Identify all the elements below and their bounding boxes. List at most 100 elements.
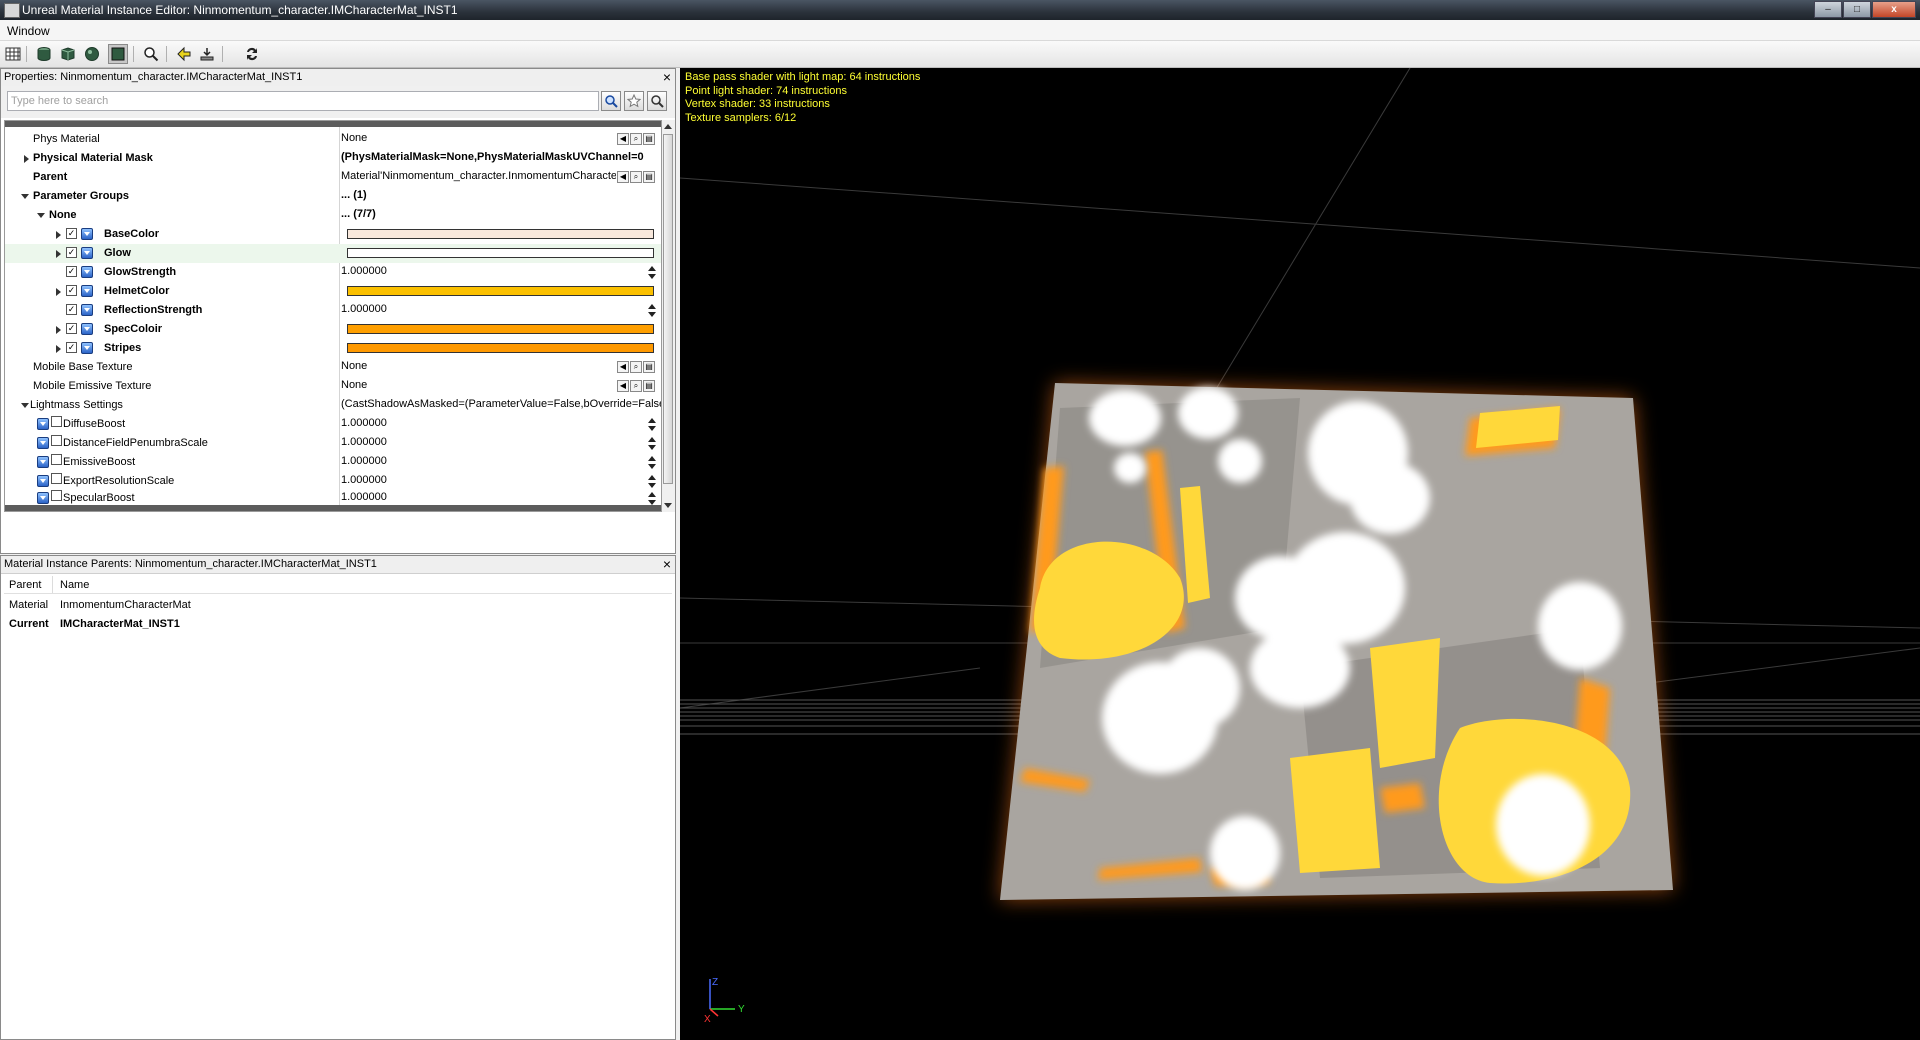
prop-value[interactable]: 1.000000 (341, 436, 661, 448)
use-selected-icon[interactable]: ◀ (617, 133, 629, 145)
sphere-preview-button[interactable] (82, 44, 102, 64)
override-checkbox[interactable] (51, 473, 62, 484)
override-checkbox[interactable]: ✓ (66, 342, 77, 353)
properties-scrollbar[interactable] (662, 120, 675, 512)
expand-arrow-icon[interactable] (56, 288, 61, 296)
spinner-arrows-icon[interactable] (648, 417, 657, 432)
color-swatch[interactable] (347, 229, 654, 239)
spinner-arrows-icon[interactable] (648, 303, 657, 318)
expand-arrow-icon[interactable] (56, 250, 61, 258)
spinner-arrows-icon[interactable] (648, 436, 657, 451)
expand-arrow-icon[interactable] (56, 326, 61, 334)
collapse-arrow-icon[interactable] (21, 403, 29, 408)
spinner-arrows-icon[interactable] (648, 265, 657, 280)
search-button[interactable] (601, 91, 621, 111)
table-row[interactable]: Current IMCharacterMat_INST1 (4, 615, 672, 633)
table-row[interactable]: Material InmomentumCharacterMat (4, 596, 672, 614)
use-selected-icon[interactable]: ◀ (617, 361, 629, 373)
find-in-browser-button[interactable] (141, 44, 161, 64)
clear-icon[interactable]: ▤ (643, 171, 655, 183)
override-checkbox[interactable] (51, 490, 62, 501)
prop-value[interactable]: 1.000000 (341, 491, 661, 503)
prop-row-glowstrength[interactable]: ✓ GlowStrength 1.000000 (5, 263, 661, 282)
clear-icon[interactable]: ▤ (643, 380, 655, 392)
minimize-button[interactable]: – (1814, 1, 1842, 18)
prop-row-mobile-emissive-texture[interactable]: Mobile Emissive Texture None ◀ ⌕ ▤ (5, 377, 661, 396)
override-checkbox[interactable]: ✓ (66, 266, 77, 277)
menu-window[interactable]: Window (7, 24, 50, 38)
prop-row-parent[interactable]: Parent Material'Ninmomentum_character.In… (5, 168, 661, 187)
prop-row-lightmass-settings[interactable]: Lightmass Settings (CastShadowAsMasked=(… (5, 396, 661, 415)
prop-row-diffuseboost[interactable]: DiffuseBoost 1.000000 (5, 415, 661, 434)
browse-icon[interactable]: ⌕ (630, 380, 642, 392)
column-header-name[interactable]: Name (60, 579, 89, 591)
prop-value[interactable]: 1.000000 (341, 474, 661, 486)
grid-toggle-button[interactable] (3, 44, 23, 64)
prop-row-physical-material-mask[interactable]: Physical Material Mask (PhysMaterialMask… (5, 149, 661, 168)
back-button[interactable] (174, 44, 194, 64)
expand-arrow-icon[interactable] (24, 155, 29, 163)
collapse-arrow-icon[interactable] (37, 213, 45, 218)
clear-icon[interactable]: ▤ (643, 133, 655, 145)
prop-row-emissiveboost[interactable]: EmissiveBoost 1.000000 (5, 453, 661, 472)
color-swatch[interactable] (347, 248, 654, 258)
browse-icon[interactable]: ⌕ (630, 171, 642, 183)
param-type-icon (81, 247, 93, 259)
browse-icon[interactable]: ⌕ (630, 361, 642, 373)
prop-row-stripes[interactable]: ✓ Stripes (5, 339, 661, 358)
close-window-button[interactable]: x (1872, 1, 1916, 18)
color-swatch[interactable] (347, 343, 654, 353)
settings-button[interactable] (647, 91, 667, 111)
override-checkbox[interactable]: ✓ (66, 285, 77, 296)
search-input[interactable]: Type here to search (7, 91, 599, 111)
color-swatch[interactable] (347, 286, 654, 296)
sync-button[interactable] (242, 44, 262, 64)
prop-value[interactable]: 1.000000 (341, 265, 661, 277)
prop-row-basecolor[interactable]: ✓ BaseColor (5, 225, 661, 244)
maximize-button[interactable]: □ (1843, 1, 1871, 18)
spinner-arrows-icon[interactable] (648, 491, 657, 506)
properties-close-button[interactable]: × (663, 69, 671, 85)
prop-row-reflectionstrength[interactable]: ✓ ReflectionStrength 1.000000 (5, 301, 661, 320)
prop-value[interactable]: 1.000000 (341, 303, 661, 315)
stat-base-pass: Base pass shader with light map: 64 inst… (685, 71, 921, 83)
scroll-thumb[interactable] (663, 134, 673, 484)
prop-row-speccoloir[interactable]: ✓ SpecColoir (5, 320, 661, 339)
prop-row-group-none[interactable]: None ... (7/7) (5, 206, 661, 225)
spinner-arrows-icon[interactable] (648, 474, 657, 489)
plane-preview-button[interactable] (108, 44, 128, 64)
override-checkbox[interactable]: ✓ (66, 323, 77, 334)
override-checkbox[interactable]: ✓ (66, 228, 77, 239)
preview-viewport[interactable]: Z Y X Base pass shader with light map: 6… (680, 68, 1920, 1040)
prop-value[interactable]: 1.000000 (341, 455, 661, 467)
override-checkbox[interactable]: ✓ (66, 247, 77, 258)
use-selected-icon[interactable]: ◀ (617, 380, 629, 392)
parents-close-button[interactable]: × (663, 556, 671, 572)
override-checkbox[interactable] (51, 435, 62, 446)
collapse-arrow-icon[interactable] (21, 194, 29, 199)
prop-row-helmetcolor[interactable]: ✓ HelmetColor (5, 282, 661, 301)
cylinder-preview-button[interactable] (34, 44, 54, 64)
prop-row-distancefieldpenumbrascale[interactable]: DistanceFieldPenumbraScale 1.000000 (5, 434, 661, 453)
scroll-up-icon[interactable] (664, 124, 672, 129)
column-header-parent[interactable]: Parent (9, 579, 41, 591)
expand-arrow-icon[interactable] (56, 231, 61, 239)
browse-icon[interactable]: ⌕ (630, 133, 642, 145)
cube-preview-button[interactable] (58, 44, 78, 64)
override-checkbox[interactable] (51, 454, 62, 465)
use-selected-icon[interactable]: ◀ (617, 171, 629, 183)
scroll-down-icon[interactable] (664, 503, 672, 508)
prop-value[interactable]: 1.000000 (341, 417, 661, 429)
favorites-button[interactable] (624, 91, 644, 111)
override-checkbox[interactable]: ✓ (66, 304, 77, 315)
expand-arrow-icon[interactable] (56, 345, 61, 353)
override-checkbox[interactable] (51, 416, 62, 427)
spinner-arrows-icon[interactable] (648, 455, 657, 470)
prop-row-glow[interactable]: ✓ Glow (5, 244, 661, 263)
use-selected-button[interactable] (197, 44, 217, 64)
color-swatch[interactable] (347, 324, 654, 334)
prop-row-phys-material[interactable]: Phys Material None ◀ ⌕ ▤ (5, 130, 661, 149)
prop-row-parameter-groups[interactable]: Parameter Groups ... (1) (5, 187, 661, 206)
clear-icon[interactable]: ▤ (643, 361, 655, 373)
prop-row-mobile-base-texture[interactable]: Mobile Base Texture None ◀ ⌕ ▤ (5, 358, 661, 377)
